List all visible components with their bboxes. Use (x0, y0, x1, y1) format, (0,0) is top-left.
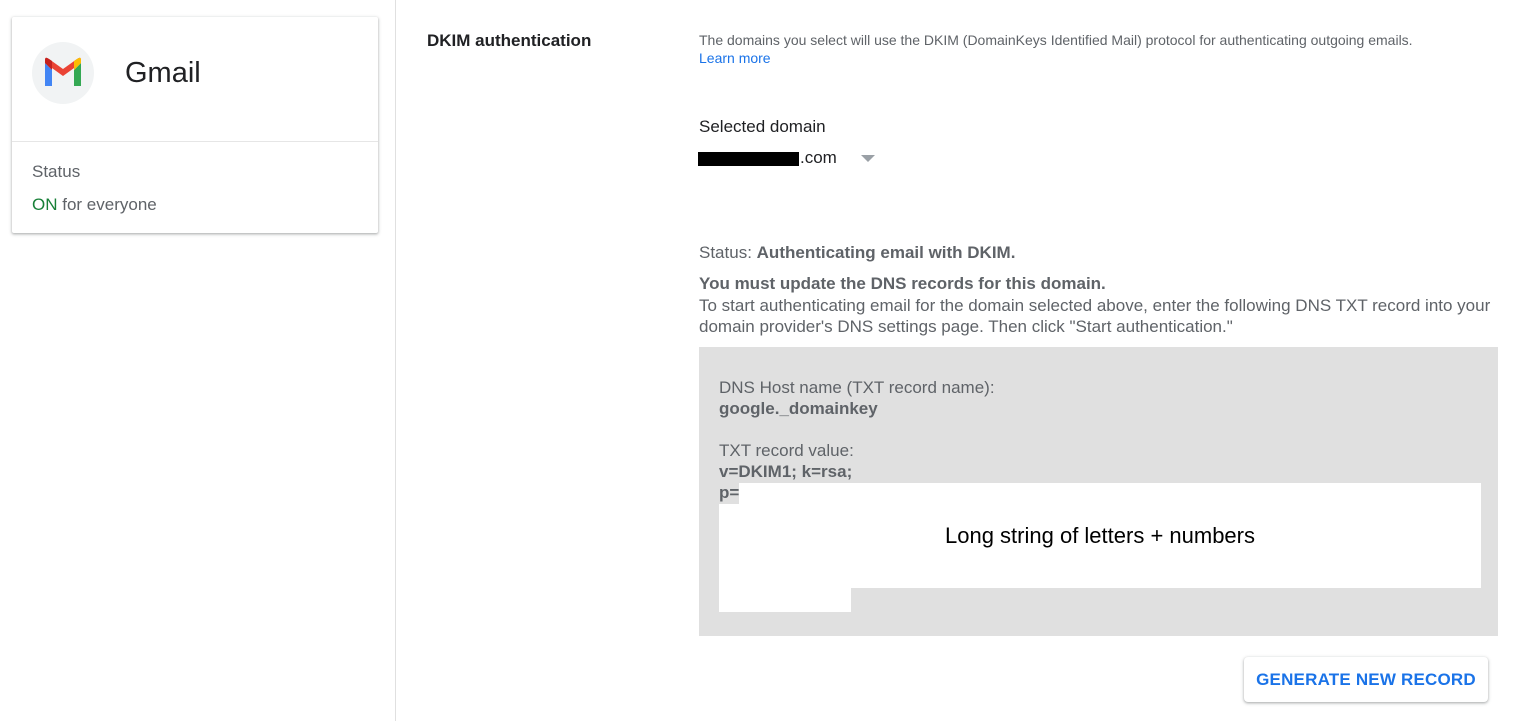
learn-more-link[interactable]: Learn more (699, 50, 771, 66)
dns-record-box: DNS Host name (TXT record name): google.… (699, 347, 1498, 636)
txt-label: TXT record value: (719, 441, 854, 460)
status-label: Status (32, 162, 81, 181)
status-rest-text: for everyone (62, 195, 157, 214)
redacted-domain (698, 152, 799, 166)
gmail-logo-icon (32, 42, 94, 104)
dkim-description: The domains you select will use the DKIM… (699, 31, 1489, 67)
caret-down-icon (861, 155, 875, 162)
section-title: DKIM authentication (427, 31, 592, 50)
domain-suffix: .com (800, 148, 837, 167)
status-value-text: Authenticating email with DKIM. (756, 243, 1016, 262)
app-card: Gmail Status ON for everyone (12, 17, 378, 233)
dkim-status: Status: Authenticating email with DKIM. (699, 243, 1015, 263)
dns-warning: You must update the DNS records for this… (699, 274, 1106, 293)
redaction-block-tail (719, 588, 851, 612)
status-prefix: Status: (699, 243, 752, 262)
app-title: Gmail (125, 57, 201, 89)
status-value: ON for everyone (32, 195, 157, 215)
host-label: DNS Host name (TXT record name): (719, 378, 995, 397)
left-panel: Gmail Status ON for everyone (0, 0, 396, 721)
status-on-text: ON (32, 195, 58, 214)
redaction-note: Long string of letters + numbers (945, 522, 1255, 548)
description-text: The domains you select will use the DKIM… (699, 32, 1413, 48)
dns-instructions: To start authenticating email for the do… (699, 296, 1491, 336)
domain-select[interactable]: .com (697, 146, 882, 172)
app-header: Gmail (12, 17, 378, 142)
selected-domain-label: Selected domain (699, 117, 826, 136)
txt-value-line1: v=DKIM1; k=rsa; (719, 462, 853, 481)
host-value: google._domainkey (719, 399, 878, 418)
generate-new-record-button[interactable]: GENERATE NEW RECORD (1244, 657, 1488, 702)
